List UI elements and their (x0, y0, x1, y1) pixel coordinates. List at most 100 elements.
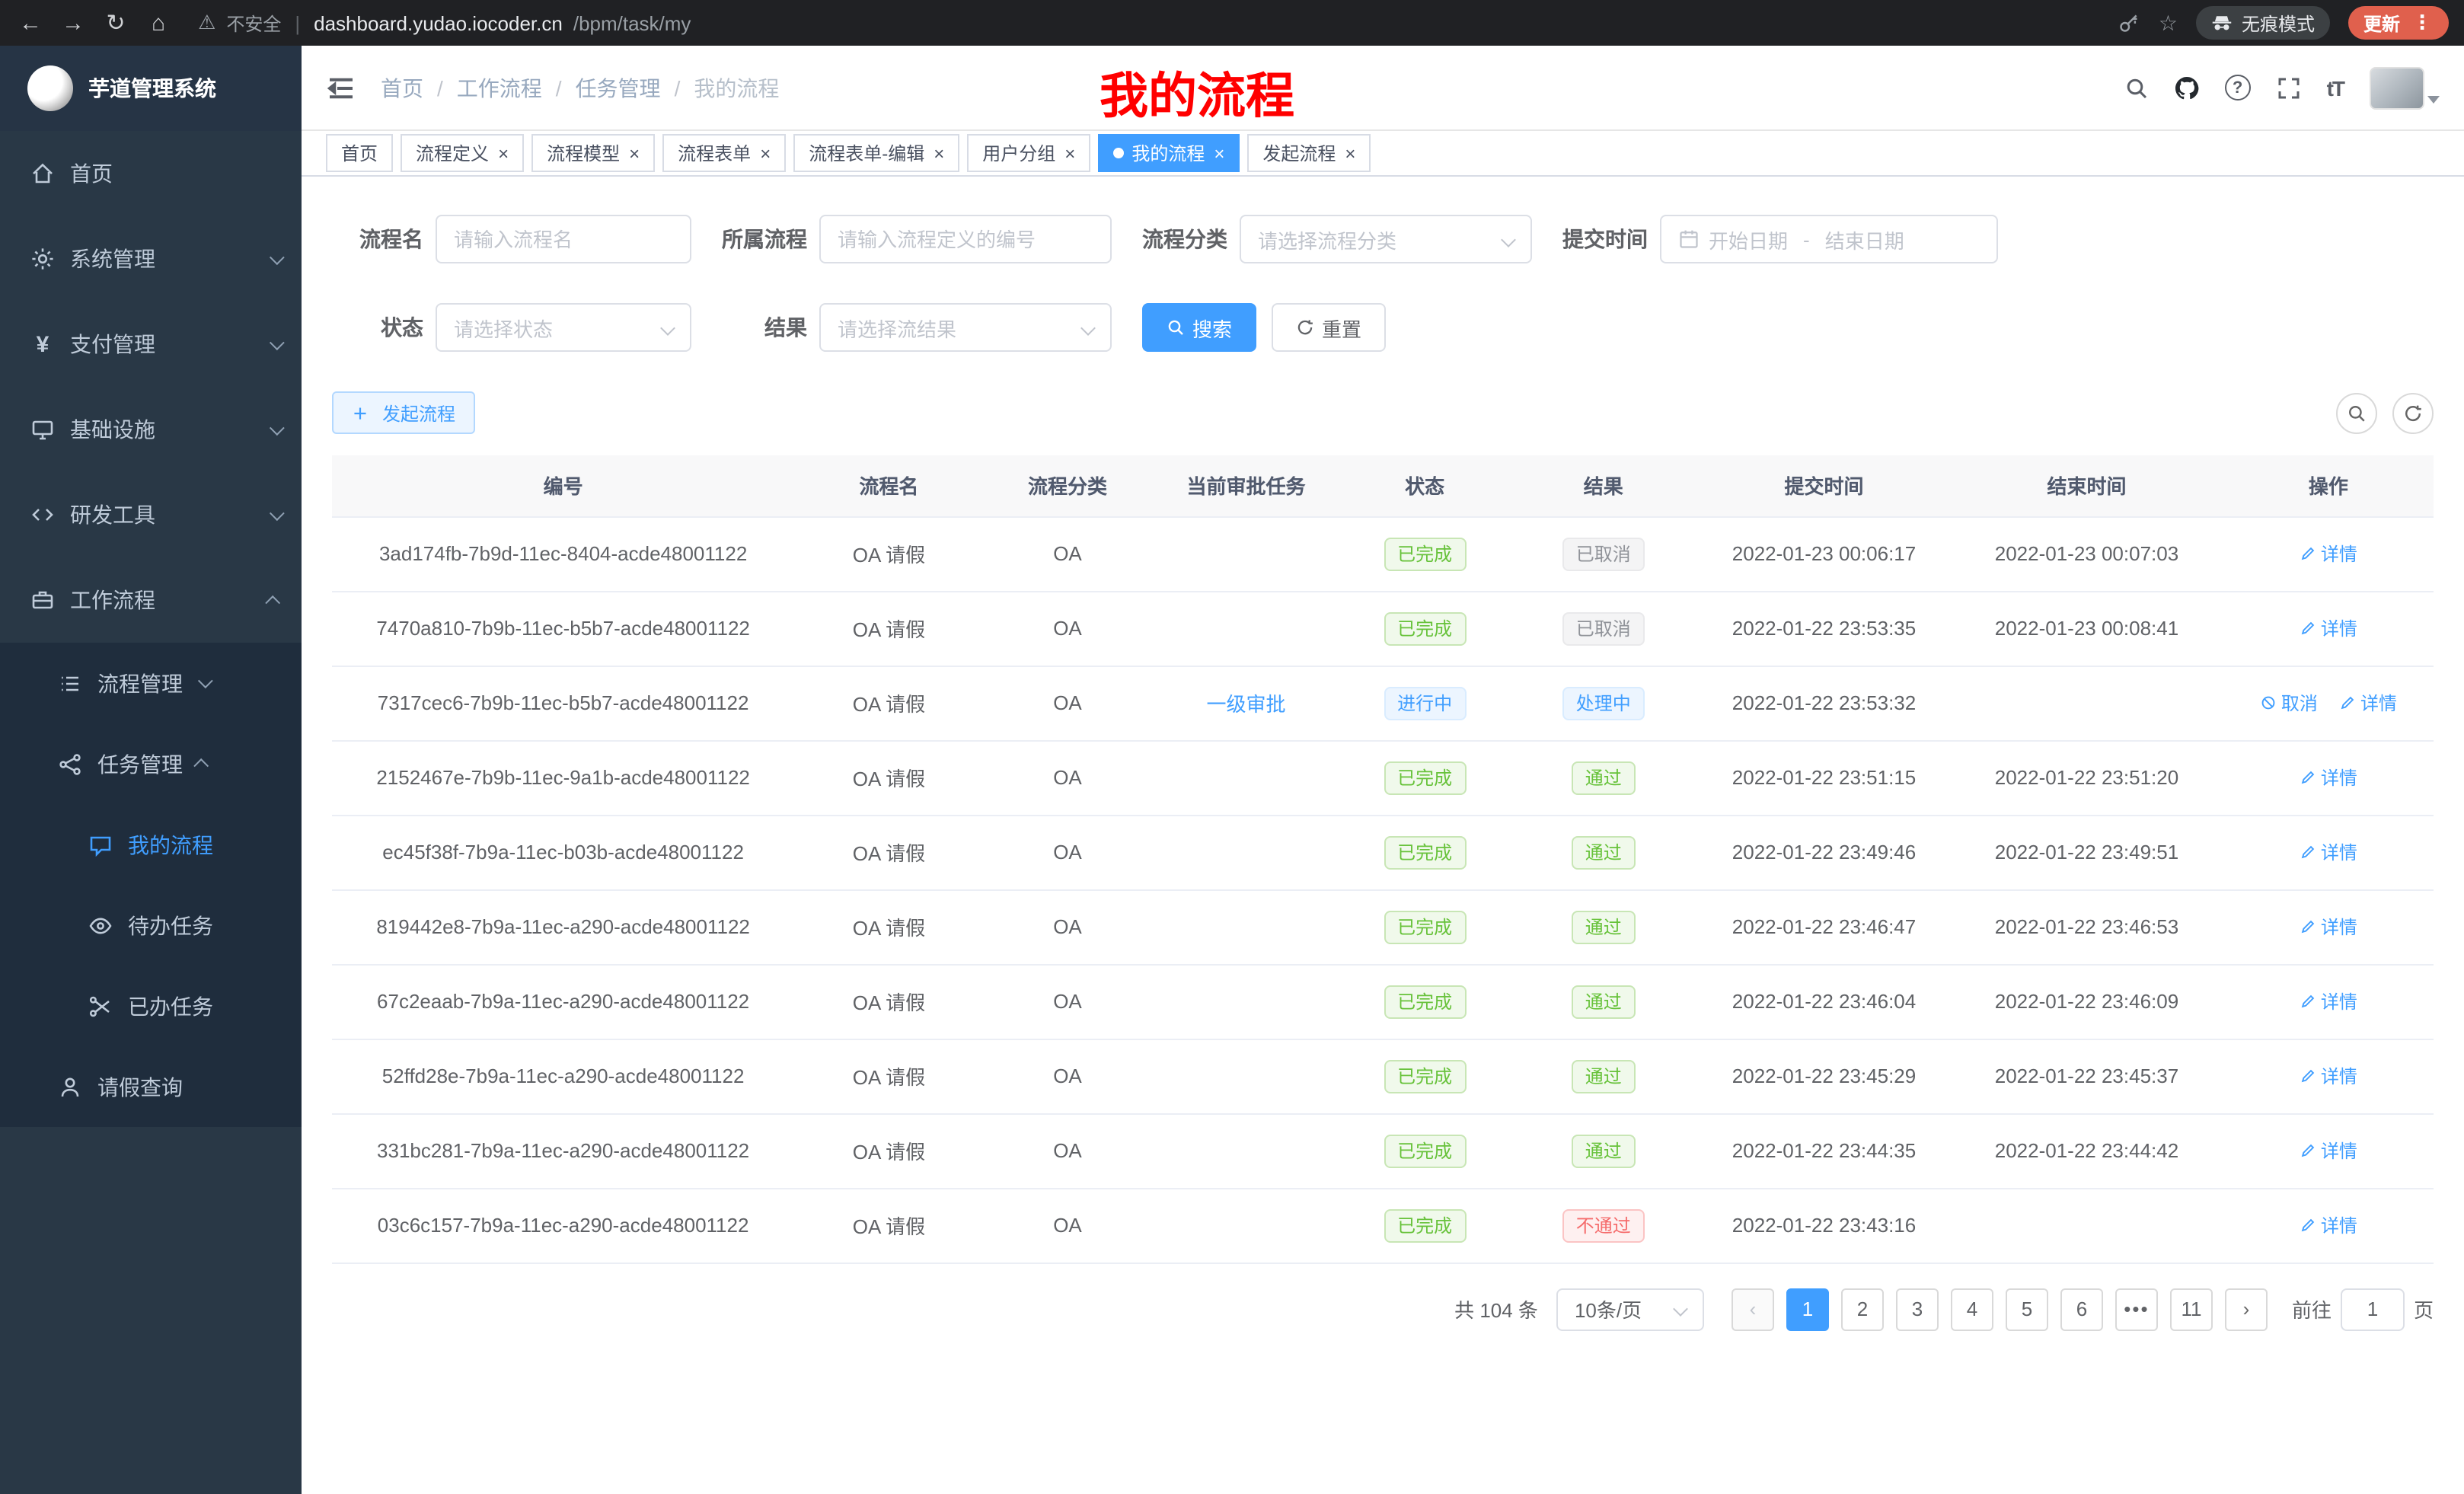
detail-action-link[interactable]: 详情 (2300, 839, 2357, 865)
sidebar-item-todo-task[interactable]: 待办任务 (0, 885, 302, 966)
filter-row-1: 流程名 所属流程 流程分类 请选择流程分类 提交时间 (332, 215, 2434, 263)
github-icon[interactable] (2175, 75, 2199, 100)
cell-status: 已完成 (1341, 1113, 1509, 1188)
detail-action-link[interactable]: 详情 (2300, 1138, 2357, 1164)
reset-button[interactable]: 重置 (1272, 303, 1386, 352)
page-button-4[interactable]: 4 (1951, 1288, 1993, 1330)
result-badge: 通过 (1572, 985, 1636, 1018)
refresh-table-button[interactable] (2392, 392, 2434, 433)
detail-action-link[interactable]: 详情 (2300, 541, 2357, 567)
current-task-link[interactable]: 一级审批 (1207, 693, 1286, 716)
result-select[interactable]: 请选择流结果 (819, 303, 1112, 352)
app-logo[interactable]: 芋道管理系统 (0, 46, 302, 131)
detail-action-link[interactable]: 详情 (2300, 615, 2357, 641)
tab-流程表单[interactable]: 流程表单× (662, 134, 786, 172)
browser-update-button[interactable]: 更新 ⋮ (2348, 6, 2449, 40)
next-page-button[interactable]: › (2225, 1288, 2268, 1330)
chevron-up-icon (193, 758, 209, 774)
sidebar-item-done-task[interactable]: 已办任务 (0, 966, 302, 1046)
prev-page-button[interactable]: ‹ (1732, 1288, 1774, 1330)
pagination-pages: 123456 ••• 11 (1780, 1288, 2219, 1330)
page-button-6[interactable]: 6 (2060, 1288, 2103, 1330)
sidebar-item-system[interactable]: 系统管理 (0, 216, 302, 302)
status-select[interactable]: 请选择状态 (436, 303, 691, 352)
tab-close-icon[interactable]: × (934, 142, 944, 164)
tab-我的流程[interactable]: 我的流程× (1098, 134, 1240, 172)
app-title: 芋道管理系统 (88, 73, 216, 104)
cell-actions: 详情 (2223, 1188, 2434, 1263)
browser-home-icon[interactable]: ⌂ (137, 10, 180, 36)
create-process-button[interactable]: 发起流程 (332, 391, 475, 434)
page-button-2[interactable]: 2 (1841, 1288, 1884, 1330)
tab-用户分组[interactable]: 用户分组× (967, 134, 1090, 172)
sidebar-item-dev[interactable]: 研发工具 (0, 472, 302, 557)
cell-category: OA (984, 815, 1152, 889)
tab-close-icon[interactable]: × (1214, 142, 1224, 164)
sidebar-item-process-mgmt[interactable]: 流程管理 (0, 643, 302, 723)
cancel-action-link[interactable]: 取消 (2260, 690, 2318, 716)
toggle-search-button[interactable] (2336, 392, 2377, 433)
breadcrumb-item[interactable]: 工作流程 (457, 72, 542, 103)
chevron-down-icon (270, 334, 285, 350)
tab-close-icon[interactable]: × (498, 142, 509, 164)
sidebar-item-pay[interactable]: ¥ 支付管理 (0, 302, 302, 387)
detail-action-link[interactable]: 详情 (2300, 765, 2357, 790)
page-button-11[interactable]: 11 (2170, 1288, 2213, 1330)
search-button[interactable]: 搜索 (1142, 303, 1256, 352)
search-icon[interactable] (2124, 75, 2149, 100)
browser-back-icon[interactable]: ← (9, 10, 52, 36)
sidebar-item-my-process[interactable]: 我的流程 (0, 804, 302, 885)
tab-close-icon[interactable]: × (760, 142, 771, 164)
tab-发起流程[interactable]: 发起流程× (1247, 134, 1371, 172)
sidebar-item-infra[interactable]: 基础设施 (0, 387, 302, 472)
tab-流程定义[interactable]: 流程定义× (401, 134, 524, 172)
process-name-input[interactable] (454, 228, 673, 251)
fullscreen-icon[interactable] (2277, 75, 2301, 100)
help-icon[interactable]: ? (2225, 75, 2251, 101)
incognito-badge: 无痕模式 (2196, 6, 2330, 40)
cell-submit-time: 2022-01-22 23:46:47 (1698, 889, 1950, 964)
process-def-input[interactable] (838, 228, 1093, 251)
breadcrumb-item[interactable]: 首页 (381, 72, 423, 103)
page-button-1[interactable]: 1 (1786, 1288, 1829, 1330)
font-size-icon[interactable]: tT (2327, 75, 2344, 100)
sidebar-item-home[interactable]: 首页 (0, 131, 302, 216)
address-bar[interactable]: ⚠ 不安全 | dashboard.yudao.iocoder.cn/bpm/t… (198, 10, 691, 36)
tab-close-icon[interactable]: × (629, 142, 640, 164)
browser-forward-icon[interactable]: → (52, 10, 94, 36)
detail-action-link[interactable]: 详情 (2300, 988, 2357, 1014)
detail-action-link[interactable]: 详情 (2300, 1212, 2357, 1238)
filter-row-2: 状态 请选择状态 结果 请选择流结果 搜索 (332, 303, 2434, 352)
tab-close-icon[interactable]: × (1064, 142, 1075, 164)
category-select[interactable]: 请选择流程分类 (1240, 215, 1532, 263)
date-range-picker[interactable]: 开始日期 - 结束日期 (1660, 215, 1998, 263)
warning-icon: ⚠ (198, 11, 215, 35)
tab-流程表单-编辑[interactable]: 流程表单-编辑× (793, 134, 959, 172)
column-header: 编号 (332, 455, 794, 516)
sidebar-item-leave-query[interactable]: 请假查询 (0, 1046, 302, 1127)
detail-action-link[interactable]: 详情 (2339, 690, 2397, 716)
tab-首页[interactable]: 首页 (326, 134, 393, 172)
page-ellipsis[interactable]: ••• (2115, 1288, 2158, 1330)
cell-submit-time: 2022-01-22 23:45:29 (1698, 1039, 1950, 1113)
page-size-select[interactable]: 10条/页 (1556, 1288, 1704, 1330)
key-icon[interactable] (2119, 12, 2140, 34)
detail-action-link[interactable]: 详情 (2300, 914, 2357, 940)
result-badge: 已取消 (1562, 537, 1645, 570)
detail-action-link[interactable]: 详情 (2300, 1063, 2357, 1089)
breadcrumb-item[interactable]: 任务管理 (576, 72, 661, 103)
browser-reload-icon[interactable]: ↻ (94, 9, 137, 37)
tab-流程模型[interactable]: 流程模型× (531, 134, 655, 172)
browser-menu-icon[interactable]: ⋮ (2412, 11, 2434, 35)
tab-close-icon[interactable]: × (1345, 142, 1355, 164)
bookmark-star-icon[interactable]: ☆ (2159, 10, 2178, 36)
goto-page-input[interactable] (2354, 1298, 2391, 1320)
page-button-3[interactable]: 3 (1896, 1288, 1939, 1330)
sidebar-item-task-mgmt[interactable]: 任务管理 (0, 723, 302, 804)
hamburger-icon[interactable] (326, 72, 356, 103)
eye-icon (88, 913, 113, 937)
user-menu[interactable] (2370, 66, 2440, 109)
edit-icon (2300, 844, 2316, 860)
page-button-5[interactable]: 5 (2006, 1288, 2048, 1330)
sidebar-item-workflow[interactable]: 工作流程 (0, 557, 302, 643)
